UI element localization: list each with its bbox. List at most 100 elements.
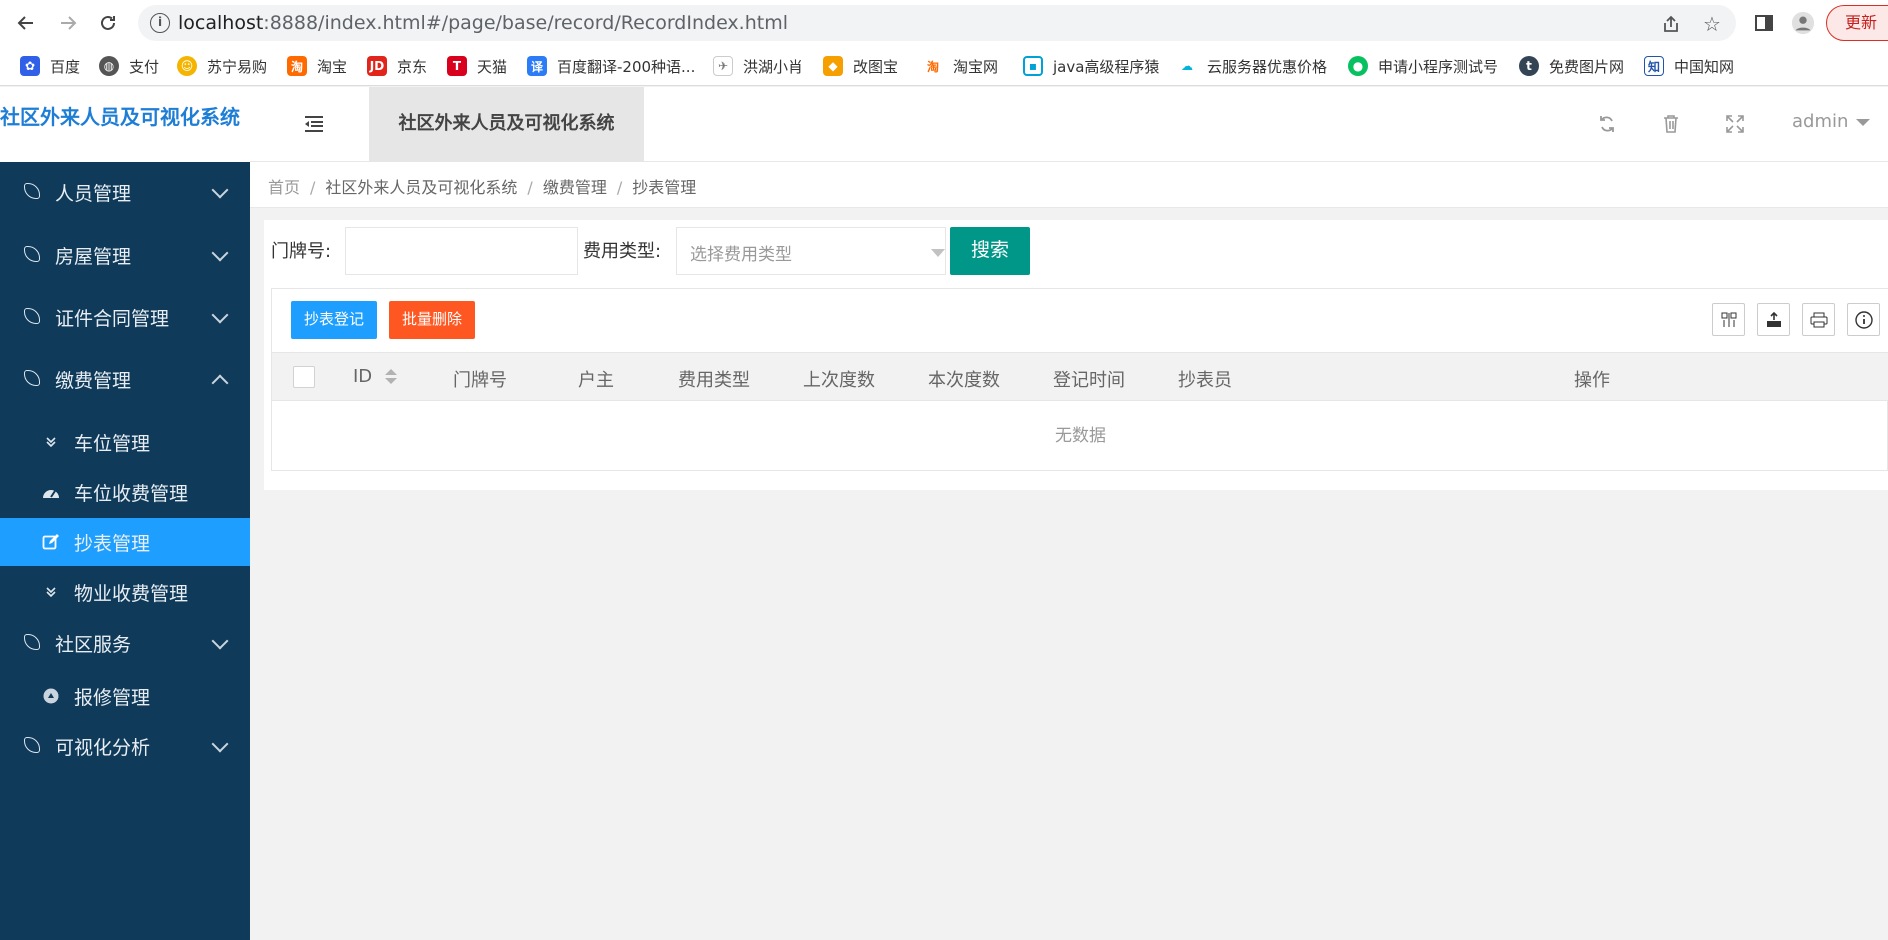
add-record-button[interactable]: 抄表登记 — [291, 301, 377, 339]
bookmark-label: 京东 — [397, 57, 428, 76]
logo-text: 社区外来人员及可视化系统 — [0, 105, 240, 129]
breadcrumb-payments[interactable]: 缴费管理 — [543, 178, 607, 197]
double-chevron-down-icon — [42, 583, 60, 601]
share-icon[interactable] — [1660, 13, 1682, 35]
leaf-icon — [24, 246, 40, 262]
bookmark-item[interactable]: ☺ 苏宁易购 — [177, 54, 267, 78]
sidebar-subitem-label: 物业收费管理 — [74, 583, 189, 605]
bookmark-item[interactable]: 淘淘宝网 — [923, 54, 998, 78]
sidebar-item-visual-analysis[interactable]: 可视化分析 — [0, 726, 250, 766]
bookmark-item[interactable]: ● 申请小程序测试号 — [1348, 54, 1498, 78]
reload-icon[interactable] — [94, 9, 122, 37]
caret-down-icon — [1856, 118, 1871, 126]
cnki-icon: 知 — [1644, 56, 1664, 76]
bookmark-item[interactable]: 译百度翻译-200种语... — [527, 54, 695, 78]
export-icon[interactable] — [1757, 303, 1790, 336]
bookmark-item[interactable]: T 天猫 — [447, 54, 507, 78]
breadcrumb-separator: / — [616, 178, 623, 197]
sidebar-item-contracts[interactable]: 证件合同管理 — [0, 297, 250, 337]
bookmark-label: 天猫 — [477, 57, 508, 76]
refresh-icon[interactable] — [1596, 113, 1618, 135]
leaf-icon — [24, 370, 40, 386]
column-header-record-time: 登记时间 — [1053, 370, 1125, 391]
sidebar-subitem-meter-reading[interactable]: 抄表管理 — [0, 518, 250, 566]
bookmark-item[interactable]: ☁ 云服务器优惠价格 — [1177, 54, 1327, 78]
table-header: ID 门牌号 户主 费用类型 上次度数 本次度数 登记时间 抄表员 操作 — [272, 353, 1888, 401]
sidebar-subitem-label: 报修管理 — [74, 687, 151, 709]
chevron-down-icon — [211, 735, 229, 753]
sidebar-subitem-label: 车位收费管理 — [74, 483, 189, 505]
sidebar-item-community-service[interactable]: 社区服务 — [0, 623, 250, 663]
door-number-label: 门牌号: — [271, 241, 332, 262]
data-table: 抄表登记 批量删除 ID 门牌号 户主 费用类型 上次度数 本次度数 登记时间 … — [271, 288, 1888, 471]
bookmark-item[interactable]: 知中国知网 — [1644, 54, 1734, 78]
door-number-input[interactable] — [345, 227, 578, 275]
chevron-down-icon — [211, 181, 229, 199]
back-icon[interactable] — [12, 9, 40, 37]
sort-icon[interactable] — [385, 367, 397, 387]
globe-icon: ◍ — [99, 56, 119, 76]
column-header-id[interactable]: ID — [353, 366, 372, 387]
sidebar-item-housing[interactable]: 房屋管理 — [0, 235, 250, 275]
app-header: 社区外来人员及可视化系统 社区外来人员及可视化系统 admin — [0, 87, 1888, 162]
fee-type-placeholder: 选择费用类型 — [690, 245, 792, 265]
site-info-icon[interactable]: i — [150, 13, 170, 33]
profile-icon[interactable] — [1791, 11, 1815, 35]
print-icon[interactable] — [1802, 303, 1835, 336]
sidebar-subitem-parking-fees[interactable]: 车位收费管理 — [0, 468, 250, 516]
bookmark-label: 百度翻译-200种语... — [557, 57, 696, 76]
tmall-icon: T — [447, 56, 467, 76]
bookmark-item[interactable]: t 免费图片网 — [1519, 54, 1624, 78]
bookmark-item[interactable]: ◍ 支付 — [99, 54, 159, 78]
bookmark-item[interactable]: JD 京东 — [367, 54, 427, 78]
columns-filter-icon[interactable] — [1712, 303, 1745, 336]
trash-icon[interactable] — [1660, 113, 1682, 135]
repair-circle-icon — [42, 687, 60, 705]
select-all-checkbox[interactable] — [293, 366, 315, 388]
header-system-tab[interactable]: 社区外来人员及可视化系统 — [369, 87, 644, 162]
leaf-icon — [24, 308, 40, 324]
fullscreen-icon[interactable] — [1724, 113, 1746, 135]
url-path: :8888/index.html#/page/base/record/Recor… — [263, 12, 788, 34]
address-bar[interactable]: i localhost:8888/index.html#/page/base/r… — [138, 5, 1736, 41]
bookmark-item[interactable]: ◆ 改图宝 — [823, 54, 898, 78]
url-text[interactable]: localhost:8888/index.html#/page/base/rec… — [178, 12, 788, 34]
sidebar-item-payments[interactable]: 缴费管理 — [0, 359, 250, 399]
tumblr-icon: t — [1519, 56, 1539, 76]
bookmark-label: 申请小程序测试号 — [1378, 57, 1499, 76]
forward-icon[interactable] — [54, 9, 82, 37]
leaf-icon — [24, 183, 40, 199]
jd-icon: JD — [367, 56, 387, 76]
sidebar-item-personnel[interactable]: 人员管理 — [0, 172, 250, 212]
sidebar-item-label: 人员管理 — [55, 183, 132, 205]
bookmark-item[interactable]: ▪ java高级程序猿 — [1023, 54, 1159, 78]
bookmark-item[interactable]: ✈ 洪湖小肖 — [713, 54, 803, 78]
taobao-icon: 淘 — [287, 56, 307, 76]
bird-icon: ✈ — [713, 56, 733, 76]
sidebar-subitem-property-fees[interactable]: 物业收费管理 — [0, 568, 250, 616]
browser-toolbar: i localhost:8888/index.html#/page/base/r… — [0, 0, 1888, 46]
star-icon[interactable]: ☆ — [1701, 12, 1723, 36]
bilibili-icon: ▪ — [1023, 56, 1043, 76]
taobao-icon: 淘 — [923, 56, 943, 76]
bookmark-label: 支付 — [129, 57, 160, 76]
breadcrumb-system[interactable]: 社区外来人员及可视化系统 — [325, 178, 517, 197]
info-icon[interactable] — [1847, 303, 1880, 336]
search-button[interactable]: 搜索 — [950, 227, 1030, 275]
update-button[interactable]: 更新 — [1826, 5, 1888, 41]
bookmark-label: 云服务器优惠价格 — [1207, 57, 1328, 76]
sidebar: 人员管理 房屋管理 证件合同管理 缴费管理 车位管理 车位收费管理 抄表管理 物… — [0, 162, 250, 940]
sidebar-subitem-parking[interactable]: 车位管理 — [0, 418, 250, 466]
column-header-owner: 户主 — [578, 370, 614, 391]
user-menu[interactable]: admin — [1792, 111, 1871, 132]
side-panel-icon[interactable] — [1752, 11, 1776, 35]
batch-delete-button[interactable]: 批量删除 — [389, 301, 475, 339]
breadcrumb-home[interactable]: 首页 — [268, 178, 300, 197]
fee-type-select[interactable]: 选择费用类型 — [676, 227, 946, 275]
menu-toggle-icon[interactable] — [302, 112, 326, 136]
bookmark-item[interactable]: 淘淘宝 — [287, 54, 347, 78]
cloud-icon: ☁ — [1177, 56, 1197, 76]
sidebar-subitem-repair[interactable]: 报修管理 — [0, 672, 250, 720]
bookmark-item[interactable]: ✿ 百度 — [20, 54, 80, 78]
breadcrumb-current: 抄表管理 — [632, 178, 697, 197]
